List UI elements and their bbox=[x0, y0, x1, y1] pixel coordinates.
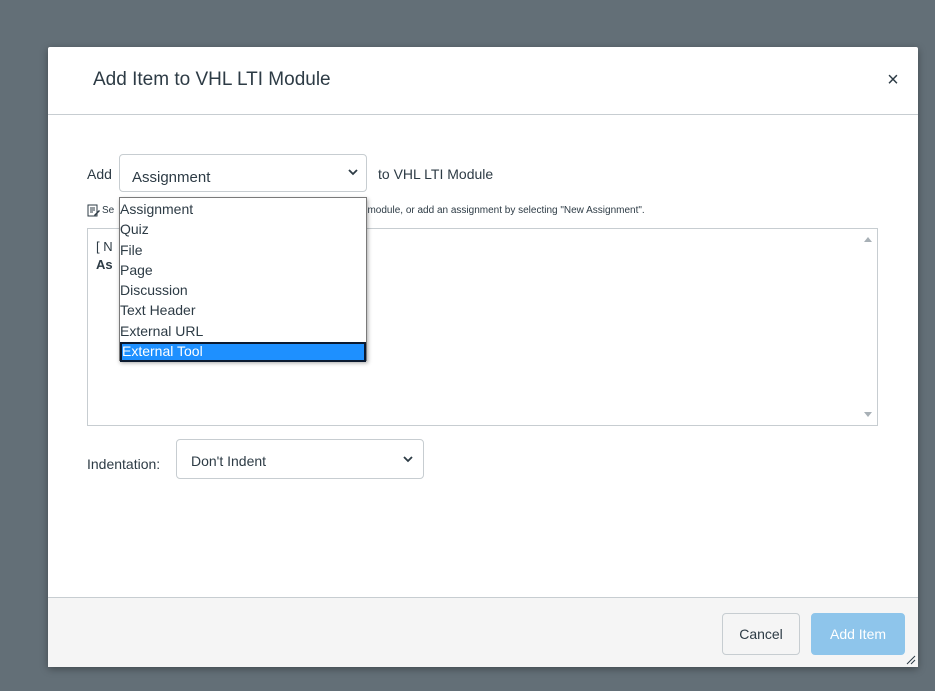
add-type-row: Add Assignment to VHL LTI Module bbox=[87, 154, 887, 192]
resize-grip-icon[interactable] bbox=[904, 653, 916, 665]
dropdown-option[interactable]: Page bbox=[120, 261, 366, 281]
dropdown-option-highlighted[interactable]: External Tool bbox=[120, 342, 366, 363]
chevron-down-icon bbox=[403, 456, 413, 463]
indentation-row: Indentation: Don't Indent bbox=[87, 437, 487, 481]
scroll-up-icon[interactable] bbox=[864, 237, 872, 242]
item-type-value: Assignment bbox=[132, 169, 211, 186]
item-type-dropdown: Assignment Quiz File Page Discussion Tex… bbox=[119, 197, 367, 363]
modal-footer: Cancel Add Item bbox=[48, 597, 918, 667]
close-icon[interactable]: × bbox=[882, 69, 904, 91]
help-text-prefix: Se bbox=[102, 205, 115, 216]
indentation-value: Don't Indent bbox=[191, 453, 267, 469]
module-target-label: to VHL LTI Module bbox=[378, 166, 494, 182]
chevron-down-icon bbox=[348, 169, 358, 176]
modal-title: Add Item to VHL LTI Module bbox=[93, 69, 331, 90]
scroll-down-icon[interactable] bbox=[864, 412, 872, 417]
list-group-header: As bbox=[96, 257, 113, 272]
edit-note-icon bbox=[87, 204, 100, 217]
dropdown-option[interactable]: Quiz bbox=[120, 220, 366, 240]
indentation-select[interactable]: Don't Indent bbox=[176, 439, 424, 479]
indentation-label: Indentation: bbox=[87, 456, 161, 472]
add-label: Add bbox=[87, 166, 112, 182]
cancel-button[interactable]: Cancel bbox=[722, 613, 800, 655]
modal-header: Add Item to VHL LTI Module × bbox=[48, 47, 918, 115]
list-item-new[interactable]: [ N bbox=[96, 239, 113, 254]
dropdown-option[interactable]: Discussion bbox=[120, 281, 366, 301]
add-item-button[interactable]: Add Item bbox=[811, 613, 905, 655]
dropdown-option[interactable]: Text Header bbox=[120, 301, 366, 321]
dropdown-option[interactable]: External URL bbox=[120, 322, 366, 342]
item-type-select[interactable]: Assignment bbox=[119, 154, 367, 192]
help-text: th this module, or add an assignment by … bbox=[338, 205, 645, 216]
dropdown-option[interactable]: Assignment bbox=[120, 200, 366, 220]
dropdown-option[interactable]: File bbox=[120, 241, 366, 261]
